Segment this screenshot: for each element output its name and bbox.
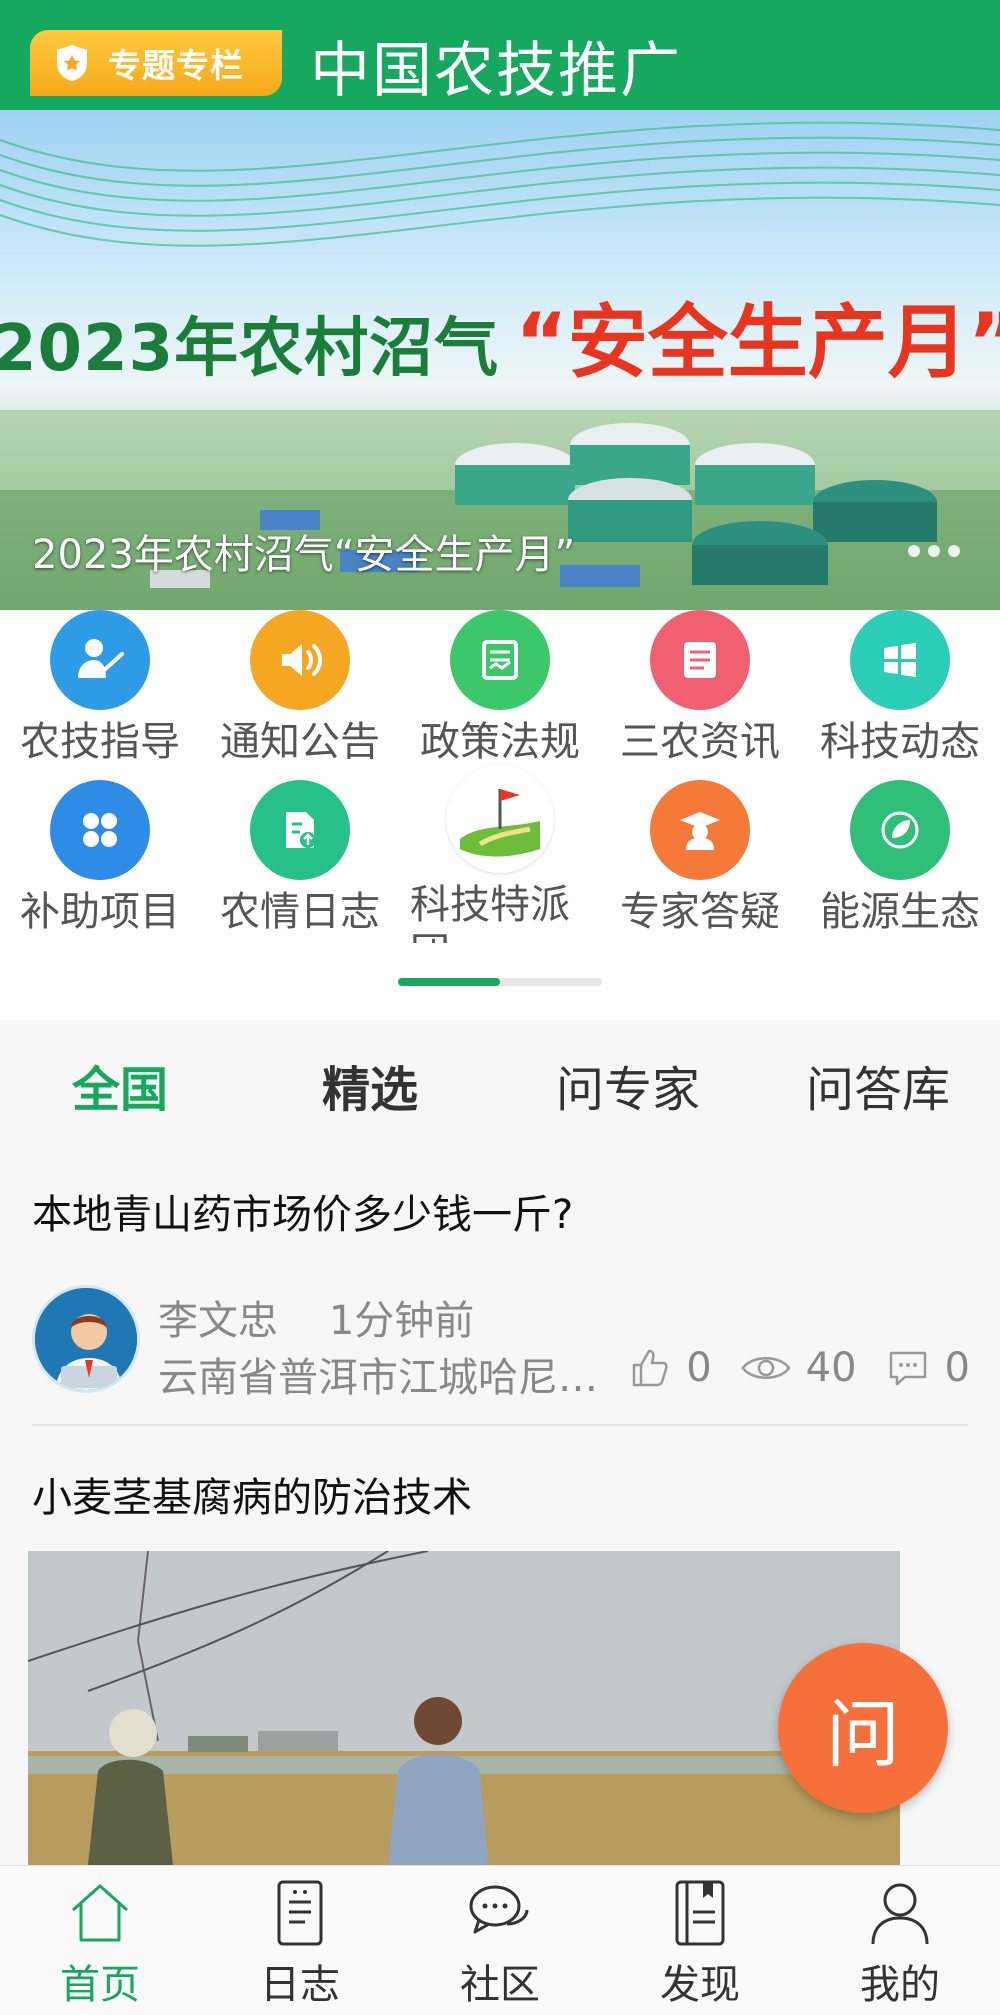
carousel-indicator <box>908 545 960 557</box>
grid-icon <box>50 780 150 880</box>
post-stats: 0 40 0 <box>626 1345 970 1391</box>
nav-discover[interactable]: 发现 <box>600 1878 800 2010</box>
nav-label: 社区 <box>460 1962 540 2008</box>
app-title: 中国农技推广 <box>310 36 682 106</box>
category-farm-log[interactable]: 农情日志 <box>200 780 400 936</box>
home-icon <box>72 1884 128 1942</box>
tab-qa-library[interactable]: 问答库 <box>806 1050 950 1120</box>
avatar[interactable] <box>32 1285 140 1393</box>
category-expert-qa[interactable]: 专家答疑 <box>600 780 800 936</box>
category-label: 能源生态 <box>820 889 980 935</box>
tab-featured[interactable]: 精选 <box>322 1050 418 1120</box>
category-policy[interactable]: 政策法规 <box>400 610 600 766</box>
user-icon <box>871 1883 929 1945</box>
flag-field-icon <box>446 765 554 873</box>
shield-star-icon <box>57 45 87 81</box>
category-label: 农情日志 <box>220 889 380 935</box>
notebook-icon <box>277 1880 323 1946</box>
eye-icon <box>741 1357 791 1379</box>
special-column-label: 专题专栏 <box>108 46 244 85</box>
post-location: 云南省普洱市江城哈尼族彝族自治县 <box>158 1355 598 1401</box>
view-count: 40 <box>805 1345 857 1391</box>
nav-label: 首页 <box>60 1962 140 2008</box>
nav-log[interactable]: 日志 <box>200 1878 400 2010</box>
question-title[interactable]: 本地青山药市场价多少钱一斤? <box>32 1182 573 1240</box>
banner-caption: 2023年农村沼气“安全生产月” <box>32 532 576 578</box>
category-page-indicator <box>398 978 602 986</box>
feed-tabs: 全国 精选 问专家 问答库 <box>0 1020 1000 1140</box>
article-photo[interactable] <box>28 1551 900 1865</box>
comment-count: 0 <box>944 1345 970 1391</box>
category-label: 科技特派团 <box>410 882 570 943</box>
category-energy-eco[interactable]: 能源生态 <box>800 780 1000 936</box>
category-notices[interactable]: 通知公告 <box>200 610 400 766</box>
document-chart-icon <box>450 610 550 710</box>
book-icon <box>675 1880 725 1946</box>
nav-label: 日志 <box>260 1962 340 2008</box>
category-label: 三农资讯 <box>620 719 780 765</box>
post-time: 1分钟前 <box>328 1298 475 1344</box>
leaf-recycle-icon <box>850 780 950 880</box>
nav-home[interactable]: 首页 <box>0 1878 200 2010</box>
nav-community[interactable]: 社区 <box>400 1878 600 2010</box>
post-author-time: 李文忠 1分钟前 <box>158 1288 474 1346</box>
feed-divider <box>32 1424 968 1426</box>
tab-ask-expert[interactable]: 问专家 <box>556 1050 700 1120</box>
chat-bubbles-icon <box>469 1885 529 1934</box>
banner-headline-red: “安全生产月” <box>515 296 1000 389</box>
nav-mine[interactable]: 我的 <box>800 1878 1000 2010</box>
category-agri-news[interactable]: 三农资讯 <box>600 610 800 766</box>
teacher-icon <box>50 610 150 710</box>
graduate-icon <box>650 780 750 880</box>
article-title[interactable]: 小麦茎基腐病的防治技术 <box>32 1465 472 1523</box>
like-count: 0 <box>686 1345 712 1391</box>
comment-icon[interactable] <box>885 1345 931 1391</box>
thumbs-up-icon[interactable] <box>626 1345 672 1391</box>
banner-headline: 2023年农村沼气 “安全生产月” <box>0 278 1000 394</box>
category-grid: 农技指导 通知公告 政策法规 三农资讯 科技动态 补助项目 农情日志 科技特派 … <box>0 610 1000 950</box>
category-page-indicator-fill <box>398 978 500 986</box>
tab-national[interactable]: 全国 <box>72 1050 168 1120</box>
special-column-button[interactable]: 专题专栏 <box>30 30 282 96</box>
category-tech-news[interactable]: 科技动态 <box>800 610 1000 766</box>
category-subsidy[interactable]: 补助项目 <box>0 780 200 936</box>
category-label: 政策法规 <box>420 719 580 765</box>
category-label: 农技指导 <box>20 719 180 765</box>
category-label: 科技动态 <box>820 719 980 765</box>
bottom-nav: 首页 日志 社区 发现 我的 <box>0 1865 1000 2015</box>
category-nongji-guidance[interactable]: 农技指导 <box>0 610 200 766</box>
news-list-icon <box>650 610 750 710</box>
category-label: 专家答疑 <box>620 889 780 935</box>
upload-doc-icon <box>250 780 350 880</box>
banner-headline-green: 2023年农村沼气 <box>0 312 500 386</box>
app-header: 专题专栏 中国农技推广 <box>0 0 1000 110</box>
speaker-icon <box>250 610 350 710</box>
banner-carousel[interactable]: 2023年农村沼气 “安全生产月” 2023年农村沼气“安全生产月” <box>0 110 1000 610</box>
category-tech-envoy[interactable]: 科技特派团 <box>400 765 600 943</box>
category-label: 补助项目 <box>20 889 180 935</box>
post-author: 李文忠 <box>158 1298 278 1344</box>
nav-label: 发现 <box>660 1962 740 2008</box>
windows-icon <box>850 610 950 710</box>
nav-label: 我的 <box>860 1962 940 2008</box>
ask-question-button[interactable]: 问 <box>778 1643 948 1813</box>
category-label: 通知公告 <box>220 719 380 765</box>
